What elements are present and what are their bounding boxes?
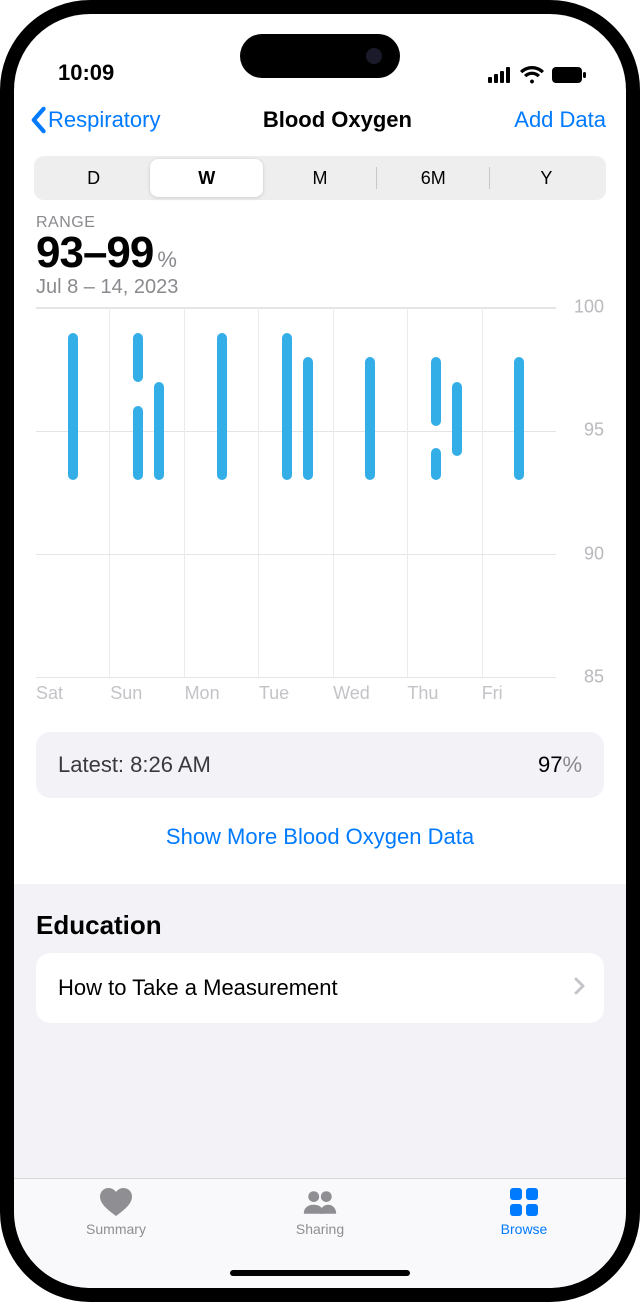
chart-column[interactable] [407, 308, 481, 677]
people-icon [302, 1187, 338, 1217]
add-data-button[interactable]: Add Data [514, 107, 606, 133]
chart-column[interactable] [258, 308, 332, 677]
cellular-icon [488, 67, 512, 83]
segment-six-month[interactable]: 6M [377, 159, 490, 197]
x-tick-label: Sun [110, 683, 184, 704]
dynamic-island [240, 34, 400, 78]
x-tick-label: Sat [36, 683, 110, 704]
chevron-right-icon [574, 975, 586, 1001]
latest-label: Latest: 8:26 AM [58, 752, 211, 778]
latest-value: 97 [538, 752, 562, 777]
x-tick-label: Wed [333, 683, 407, 704]
tab-label: Browse [501, 1221, 548, 1237]
segment-month[interactable]: M [263, 159, 376, 197]
grid-icon [506, 1187, 542, 1217]
chart-column[interactable] [109, 308, 183, 677]
tab-label: Sharing [296, 1221, 344, 1237]
y-tick-label: 90 [584, 543, 604, 564]
status-time: 10:09 [58, 60, 114, 86]
home-indicator[interactable] [230, 1270, 410, 1276]
show-more-button[interactable]: Show More Blood Oxygen Data [14, 798, 626, 884]
back-label: Respiratory [48, 107, 160, 133]
heart-icon [98, 1187, 134, 1217]
tab-summary[interactable]: Summary [14, 1187, 218, 1288]
navigation-bar: Respiratory Blood Oxygen Add Data [14, 92, 626, 146]
chart-column[interactable] [482, 308, 556, 677]
chart-column[interactable] [184, 308, 258, 677]
y-tick-label: 95 [584, 420, 604, 441]
x-tick-label: Thu [407, 683, 481, 704]
wifi-icon [520, 66, 544, 84]
tab-label: Summary [86, 1221, 146, 1237]
education-item[interactable]: How to Take a Measurement [36, 953, 604, 1023]
education-heading: Education [36, 910, 604, 941]
tab-browse[interactable]: Browse [422, 1187, 626, 1288]
chart-x-axis: SatSunMonTueWedThuFri [14, 677, 626, 704]
latest-unit: % [562, 752, 582, 777]
time-range-segmented[interactable]: D W M 6M Y [34, 156, 606, 200]
back-button[interactable]: Respiratory [28, 106, 160, 134]
latest-reading-card[interactable]: Latest: 8:26 AM 97% [36, 732, 604, 798]
y-tick-label: 100 [574, 297, 604, 318]
education-item-label: How to Take a Measurement [58, 975, 338, 1001]
y-tick-label: 85 [584, 667, 604, 688]
range-unit: % [157, 247, 177, 273]
range-date: Jul 8 – 14, 2023 [36, 276, 604, 299]
range-summary: RANGE 93–99 % Jul 8 – 14, 2023 [14, 200, 626, 299]
chart-column[interactable] [36, 308, 109, 677]
segment-day[interactable]: D [37, 159, 150, 197]
x-tick-label: Mon [185, 683, 259, 704]
range-value: 93–99 [36, 228, 153, 278]
blood-oxygen-chart[interactable]: 859095100 [36, 307, 604, 677]
chevron-left-icon [28, 106, 48, 134]
page-title: Blood Oxygen [263, 107, 412, 133]
battery-icon [552, 67, 586, 83]
x-tick-label: Fri [482, 683, 556, 704]
segment-week[interactable]: W [150, 159, 263, 197]
segment-year[interactable]: Y [490, 159, 603, 197]
x-tick-label: Tue [259, 683, 333, 704]
chart-column[interactable] [333, 308, 407, 677]
